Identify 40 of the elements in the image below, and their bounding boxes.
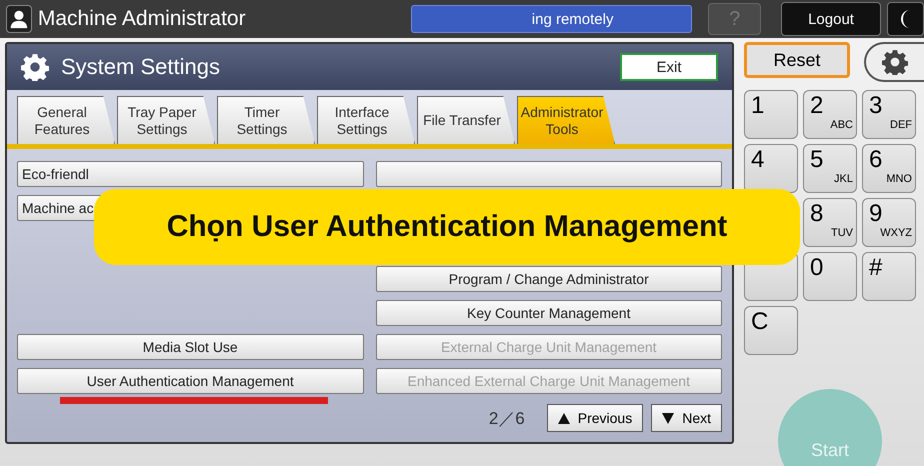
tab[interactable]: Interface Settings [317, 96, 415, 144]
settings-button[interactable] [864, 42, 924, 82]
keypad-key[interactable]: 2 ABC [803, 90, 857, 139]
tab[interactable]: File Transfer [417, 96, 515, 144]
keypad-key[interactable]: 3 DEF [862, 90, 916, 139]
keypad-key[interactable]: 0 [803, 252, 857, 301]
next-button[interactable]: Next [651, 404, 722, 432]
keypad-key[interactable]: 4 [744, 144, 798, 193]
keypad-key[interactable]: C [744, 306, 798, 355]
tab[interactable]: Tray Paper Settings [117, 96, 215, 144]
menu-button[interactable]: Eco-friendl [17, 161, 364, 187]
window-title: System Settings [61, 54, 221, 80]
user-icon [6, 5, 32, 33]
keypad-key[interactable]: 9 WXYZ [862, 198, 916, 247]
logout-button[interactable]: Logout [780, 2, 882, 36]
keypad-key[interactable]: 8 TUV [803, 198, 857, 247]
gear-icon [21, 53, 49, 81]
menu-button[interactable]: Key Counter Management [376, 300, 722, 326]
status-field[interactable]: ing remotely [410, 5, 692, 33]
reset-button[interactable]: Reset [744, 42, 850, 78]
keypad-key[interactable]: 1 [744, 90, 798, 139]
tab[interactable]: Administrator Tools [517, 96, 615, 144]
exit-button[interactable]: Exit [620, 53, 718, 81]
menu-button[interactable]: Program / Change Administrator [376, 266, 722, 292]
menu-button[interactable]: User Authentication Management [17, 368, 364, 394]
keypad-key[interactable]: 6 MNO [862, 144, 916, 193]
tab[interactable]: General Features [17, 96, 115, 144]
down-triangle-icon [662, 412, 674, 424]
menu-button[interactable]: Media Slot Use [17, 334, 364, 360]
page-counter: 2／6 [488, 408, 525, 430]
settings-icon [882, 49, 908, 75]
up-triangle-icon [558, 412, 570, 424]
moon-button[interactable] [887, 2, 924, 36]
caption-text: Chọn User Authentication Management [166, 210, 728, 244]
tab[interactable]: Timer Settings [217, 96, 315, 144]
keypad-key[interactable]: # [862, 252, 916, 301]
menu-button[interactable] [376, 161, 722, 187]
user-name: Machine Administrator [38, 7, 247, 31]
previous-button[interactable]: Previous [546, 404, 644, 432]
keypad-key[interactable]: 5 JKL [803, 144, 857, 193]
